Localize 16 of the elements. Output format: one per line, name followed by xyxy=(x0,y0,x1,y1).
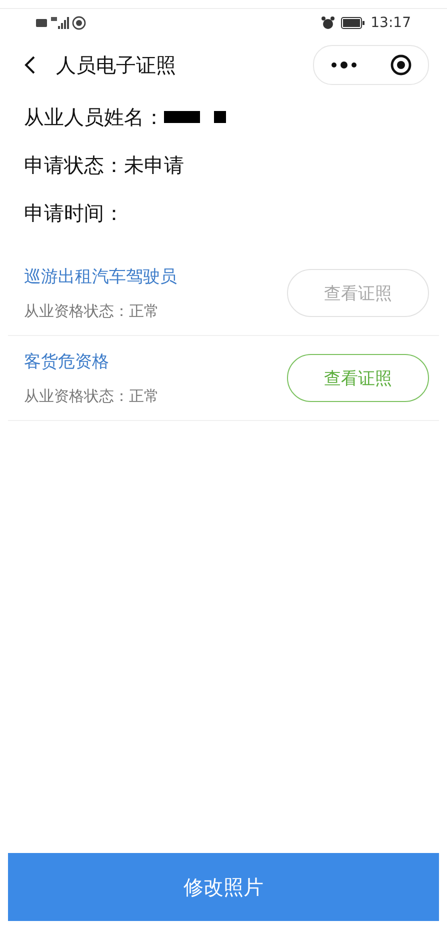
status-time: 13:17 xyxy=(370,15,411,31)
page-title: 人员电子证照 xyxy=(56,52,177,78)
back-icon[interactable] xyxy=(24,55,36,75)
field-value: 未申请 xyxy=(124,152,184,178)
field-label: 从业人员姓名： xyxy=(24,104,164,130)
alarm-icon xyxy=(320,16,335,30)
change-photo-button[interactable]: 修改照片 xyxy=(8,853,439,921)
more-icon[interactable] xyxy=(330,61,356,69)
field-label: 申请时间： xyxy=(24,200,124,226)
qualification-status: 从业资格状态：正常 xyxy=(24,302,160,321)
qualification-status: 从业资格状态：正常 xyxy=(24,387,159,406)
field-label: 申请状态： xyxy=(24,152,124,178)
battery-icon xyxy=(340,17,365,29)
view-license-button[interactable]: 查看证照 xyxy=(287,354,429,402)
qualification-title: 客货危资格 xyxy=(24,351,110,373)
qualification-title: 巡游出租汽车驾驶员 xyxy=(24,266,177,288)
